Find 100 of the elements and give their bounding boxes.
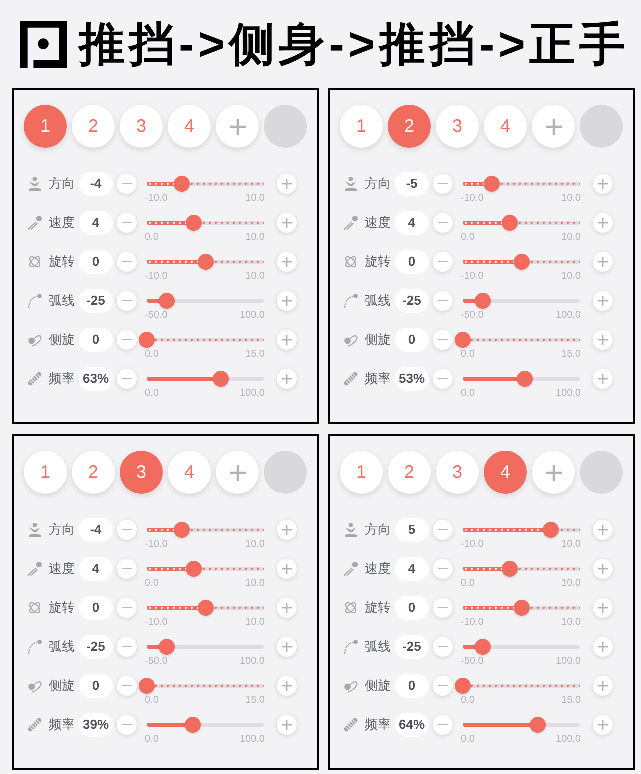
tab[interactable]: 3 — [120, 451, 163, 494]
increment-button[interactable] — [277, 174, 297, 194]
decrement-button[interactable] — [117, 369, 137, 389]
decrement-button[interactable] — [117, 174, 137, 194]
tab[interactable]: 4 — [484, 105, 527, 148]
add-tab-button[interactable] — [216, 105, 259, 148]
increment-button[interactable] — [593, 291, 613, 311]
decrement-button[interactable] — [117, 559, 137, 579]
increment-button[interactable] — [593, 676, 613, 696]
tab[interactable]: 2 — [388, 105, 431, 148]
slider-thumb[interactable] — [502, 215, 518, 231]
tab[interactable]: 1 — [340, 105, 383, 148]
tab[interactable]: 4 — [168, 105, 211, 148]
tab[interactable]: 4 — [168, 451, 211, 494]
decrement-button[interactable] — [117, 520, 137, 540]
decrement-button[interactable] — [117, 715, 137, 735]
increment-button[interactable] — [277, 369, 297, 389]
decrement-button[interactable] — [117, 637, 137, 657]
slider-thumb[interactable] — [139, 678, 155, 694]
decrement-button[interactable] — [433, 559, 453, 579]
tab[interactable]: 1 — [340, 451, 383, 494]
slider-thumb[interactable] — [158, 293, 174, 309]
slider-thumb[interactable] — [212, 371, 229, 387]
tab[interactable]: 3 — [436, 451, 479, 494]
decrement-button[interactable] — [117, 598, 137, 618]
increment-button[interactable] — [593, 559, 613, 579]
decrement-button[interactable] — [433, 291, 453, 311]
slider-thumb[interactable] — [474, 293, 490, 309]
increment-button[interactable] — [593, 174, 613, 194]
decrement-button[interactable] — [433, 715, 453, 735]
slider-thumb[interactable] — [455, 332, 471, 348]
blank-tab[interactable] — [580, 105, 623, 148]
decrement-button[interactable] — [433, 520, 453, 540]
tab[interactable]: 3 — [120, 105, 163, 148]
orbit-icon — [344, 255, 358, 269]
increment-button[interactable] — [593, 213, 613, 233]
increment-button[interactable] — [277, 598, 297, 618]
decrement-button[interactable] — [433, 174, 453, 194]
increment-button[interactable] — [277, 291, 297, 311]
plus-icon — [282, 374, 292, 384]
decrement-button[interactable] — [117, 676, 137, 696]
increment-button[interactable] — [277, 715, 297, 735]
slider-thumb[interactable] — [186, 215, 202, 231]
increment-button[interactable] — [593, 637, 613, 657]
scale-min-label: 0.0 — [461, 389, 475, 399]
tab[interactable]: 2 — [72, 105, 115, 148]
increment-button[interactable] — [277, 213, 297, 233]
increment-button[interactable] — [277, 252, 297, 272]
slider-thumb[interactable] — [184, 717, 201, 733]
increment-button[interactable] — [277, 520, 297, 540]
slider-thumb[interactable] — [514, 254, 530, 270]
blank-tab[interactable] — [264, 105, 307, 148]
add-tab-button[interactable] — [532, 451, 575, 494]
decrement-button[interactable] — [433, 369, 453, 389]
slider-thumb[interactable] — [158, 639, 174, 655]
slider-thumb[interactable] — [514, 600, 530, 616]
slider-thumb[interactable] — [186, 561, 202, 577]
decrement-button[interactable] — [433, 330, 453, 350]
decrement-button[interactable] — [117, 330, 137, 350]
tab[interactable]: 1 — [24, 451, 67, 494]
tab[interactable]: 1 — [24, 105, 67, 148]
slider-thumb[interactable] — [198, 600, 214, 616]
tab[interactable]: 4 — [484, 451, 527, 494]
decrement-button[interactable] — [117, 291, 137, 311]
slider-thumb[interactable] — [474, 639, 490, 655]
decrement-button[interactable] — [433, 637, 453, 657]
slider-thumb[interactable] — [502, 561, 518, 577]
decrement-button[interactable] — [433, 676, 453, 696]
decrement-button[interactable] — [433, 598, 453, 618]
decrement-button[interactable] — [117, 213, 137, 233]
slider-thumb[interactable] — [174, 176, 190, 192]
tab[interactable]: 2 — [72, 451, 115, 494]
increment-button[interactable] — [593, 520, 613, 540]
slider-thumb[interactable] — [174, 522, 190, 538]
slider-thumb[interactable] — [139, 332, 155, 348]
slider-thumb[interactable] — [455, 678, 471, 694]
increment-button[interactable] — [593, 330, 613, 350]
increment-button[interactable] — [593, 598, 613, 618]
tab[interactable]: 3 — [436, 105, 479, 148]
logo-icon — [20, 20, 67, 68]
slider-thumb[interactable] — [542, 522, 559, 538]
increment-button[interactable] — [593, 715, 613, 735]
tab[interactable]: 2 — [388, 451, 431, 494]
blank-tab[interactable] — [264, 451, 307, 494]
slider-thumb[interactable] — [517, 371, 533, 387]
decrement-button[interactable] — [433, 252, 453, 272]
increment-button[interactable] — [277, 676, 297, 696]
decrement-button[interactable] — [117, 252, 137, 272]
increment-button[interactable] — [593, 369, 613, 389]
add-tab-button[interactable] — [216, 451, 259, 494]
slider-thumb[interactable] — [198, 254, 214, 270]
slider-thumb[interactable] — [530, 717, 546, 733]
slider-thumb[interactable] — [484, 176, 500, 192]
increment-button[interactable] — [593, 252, 613, 272]
increment-button[interactable] — [277, 330, 297, 350]
decrement-button[interactable] — [433, 213, 453, 233]
increment-button[interactable] — [277, 559, 297, 579]
blank-tab[interactable] — [580, 451, 623, 494]
increment-button[interactable] — [277, 637, 297, 657]
add-tab-button[interactable] — [532, 105, 575, 148]
